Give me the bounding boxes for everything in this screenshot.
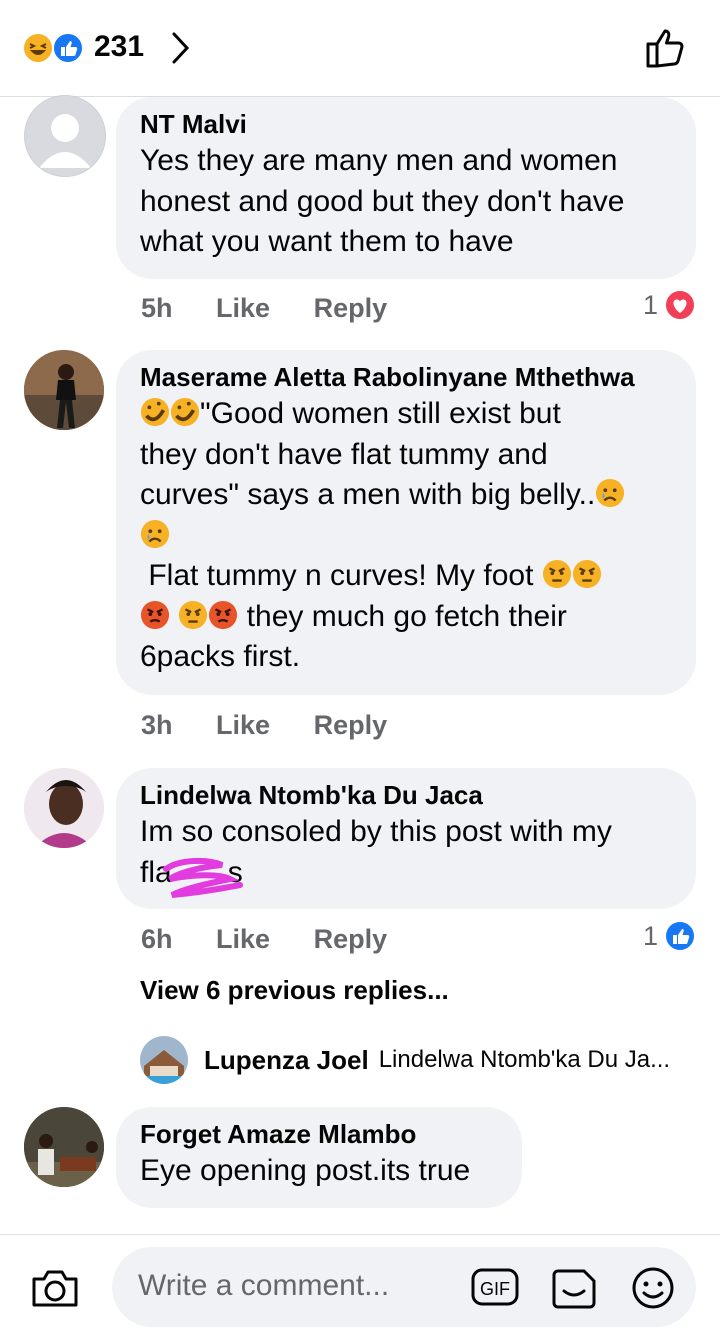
thumbs-up-outline-icon[interactable] (644, 26, 690, 70)
emoji-icon[interactable] (630, 1265, 676, 1311)
camera-icon[interactable] (30, 1267, 80, 1309)
profile-photo (24, 1107, 104, 1187)
comment-bubble[interactable]: Lindelwa Ntomb'ka Du Jaca Im so consoled… (116, 768, 696, 909)
like-reaction-icon (664, 920, 696, 952)
comment-reaction-count: 1 (642, 289, 658, 320)
comment-input[interactable]: Write a comment... GIF (112, 1247, 696, 1327)
avatar[interactable] (140, 1036, 188, 1084)
angry-face-emoji-icon (572, 559, 601, 589)
view-previous-replies[interactable]: View 6 previous replies... (140, 975, 449, 1006)
comment-author[interactable]: Maserame Aletta Rabolinyane Mthethwa (140, 360, 672, 394)
comment-bubble[interactable]: Forget Amaze Mlambo Eye opening post.its… (116, 1107, 522, 1208)
gif-icon[interactable]: GIF (470, 1265, 520, 1309)
comment-author[interactable]: Forget Amaze Mlambo (140, 1117, 498, 1151)
comment-author[interactable]: NT Malvi (140, 107, 672, 141)
svg-text:GIF: GIF (480, 1279, 510, 1299)
comment-actions: 5h Like Reply (141, 293, 423, 324)
pouting-face-emoji-icon (209, 600, 238, 629)
comment-actions: 6h Like Reply (141, 924, 423, 955)
reply-link[interactable]: Reply (314, 293, 388, 323)
comment-text: Im so consoled by this post with my fla s (140, 812, 672, 898)
redaction-scribble (163, 857, 243, 898)
sticker-icon[interactable] (550, 1265, 600, 1311)
comment-text: "Good women still exist but they don't h… (140, 394, 672, 678)
avatar[interactable] (24, 95, 106, 177)
reactions-header[interactable]: 231 (0, 0, 720, 97)
default-avatar-icon (39, 114, 91, 168)
comment-actions: 3h Like Reply (141, 710, 423, 741)
laugh-emoji-icon (22, 32, 54, 64)
comment-time: 5h (141, 293, 173, 323)
comment-input-placeholder[interactable]: Write a comment... (138, 1269, 389, 1303)
reply-link[interactable]: Reply (314, 924, 388, 954)
comment-time: 6h (141, 924, 173, 954)
chevron-right-icon[interactable] (170, 30, 192, 66)
reaction-count[interactable]: 231 (94, 30, 144, 64)
comment-time: 3h (141, 710, 173, 740)
like-link[interactable]: Like (216, 710, 270, 740)
comment-author[interactable]: Lindelwa Ntomb'ka Du Jaca (140, 778, 672, 812)
reply-snippet: Lindelwa Ntomb'ka Du Ja... (378, 1046, 671, 1073)
profile-photo (24, 350, 104, 430)
like-reaction-icon (52, 32, 84, 64)
pouting-face-emoji-icon (140, 600, 170, 629)
profile-photo (140, 1036, 188, 1084)
rofl-emoji-icon (170, 397, 200, 427)
profile-photo (24, 768, 104, 848)
comment-text: Eye opening post.its true (140, 1154, 471, 1187)
comment-reactions[interactable]: 1 (643, 289, 696, 321)
love-reaction-icon (664, 289, 696, 321)
reply-preview[interactable]: Lupenza Joel Lindelwa Ntomb'ka Du Ja... (140, 1036, 670, 1084)
reply-link[interactable]: Reply (314, 710, 388, 740)
avatar[interactable] (24, 350, 104, 430)
rofl-emoji-icon (140, 397, 170, 427)
sad-tear-emoji-icon (596, 478, 625, 508)
comment-reactions[interactable]: 1 (643, 920, 696, 952)
angry-face-emoji-icon (179, 600, 208, 629)
comment-text: Yes they are many men and women honest a… (140, 144, 625, 258)
like-link[interactable]: Like (216, 924, 270, 954)
like-link[interactable]: Like (216, 293, 270, 323)
sad-tear-emoji-icon (140, 519, 170, 548)
avatar[interactable] (24, 768, 104, 848)
avatar[interactable] (24, 1107, 104, 1187)
angry-face-emoji-icon (542, 559, 571, 589)
comment-bubble[interactable]: Maserame Aletta Rabolinyane Mthethwa "Go… (116, 350, 696, 695)
reply-author[interactable]: Lupenza Joel (204, 1045, 369, 1076)
comment-bubble[interactable]: NT Malvi Yes they are many men and women… (116, 97, 696, 279)
comment-composer: Write a comment... GIF (0, 1234, 720, 1337)
comment-reaction-count: 1 (642, 920, 658, 951)
